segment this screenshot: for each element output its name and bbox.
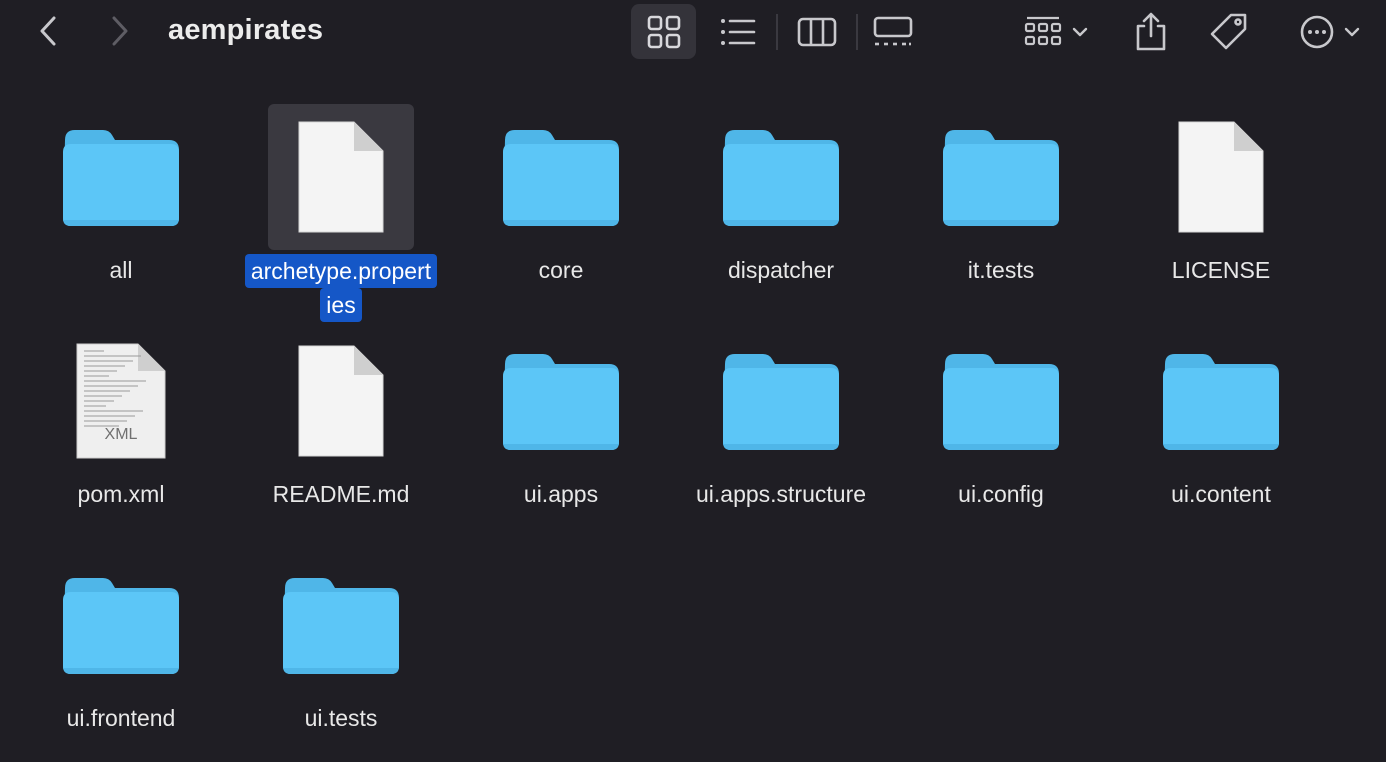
- item-label-text: ui.apps: [523, 481, 599, 507]
- item-label-text: LICENSE: [1171, 257, 1271, 283]
- folder-icon: [943, 130, 1059, 226]
- item-icon-container: [928, 328, 1074, 474]
- item-icon-container: [48, 552, 194, 698]
- forward-button[interactable]: [102, 12, 138, 50]
- item-label-text: ui.config: [958, 481, 1044, 507]
- column-view-button[interactable]: [786, 4, 848, 59]
- file-item-ui-apps-structure[interactable]: ui.apps.structure: [671, 328, 891, 538]
- item-icon-container: [1148, 104, 1294, 250]
- ellipsis-circle-icon: [1300, 15, 1334, 48]
- item-label-text: ui.apps.structure: [695, 481, 867, 507]
- item-icon-container: [1148, 328, 1294, 474]
- item-label-text: it.tests: [967, 257, 1035, 283]
- item-label: ui.config: [891, 478, 1111, 510]
- item-label: ui.apps.structure: [671, 478, 891, 510]
- item-icon-container: [928, 104, 1074, 250]
- chevron-down-icon: [1072, 27, 1088, 36]
- toolbar: aempirates: [0, 0, 1386, 64]
- file-item-ui-tests[interactable]: ui.tests: [231, 552, 451, 762]
- group-by-button[interactable]: [1014, 4, 1098, 59]
- item-label-text: all: [109, 257, 133, 283]
- file-item-archetype-properties[interactable]: archetype.propert ies: [231, 104, 451, 322]
- item-label-text: pom.xml: [77, 481, 165, 507]
- back-button[interactable]: [30, 12, 66, 50]
- item-label: ui.frontend: [11, 702, 231, 734]
- file-item-it-tests[interactable]: it.tests: [891, 104, 1111, 314]
- folder-icon: [1163, 354, 1279, 450]
- more-actions-button[interactable]: [1290, 4, 1370, 59]
- item-label-text: ui.tests: [304, 705, 378, 731]
- chevron-down-icon: [1344, 27, 1360, 36]
- document-icon: [298, 345, 384, 457]
- item-icon-container: [268, 552, 414, 698]
- file-item-ui-frontend[interactable]: ui.frontend: [11, 552, 231, 762]
- item-label: LICENSE: [1111, 254, 1331, 286]
- item-icon-container: [48, 104, 194, 250]
- item-label: ui.apps: [451, 478, 671, 510]
- list-view-button[interactable]: [708, 4, 768, 59]
- group-by-icon: [1024, 16, 1062, 45]
- item-label: pom.xml: [11, 478, 231, 510]
- item-label: all: [11, 254, 231, 286]
- file-item-core[interactable]: core: [451, 104, 671, 314]
- tag-icon: [1210, 13, 1247, 49]
- item-label: ui.content: [1111, 478, 1331, 510]
- item-icon-container: [268, 104, 414, 250]
- file-item-pom-xml[interactable]: XML pom.xml: [11, 328, 231, 538]
- icon-view-icon: [647, 15, 680, 48]
- window-title: aempirates: [168, 14, 324, 46]
- folder-icon: [943, 354, 1059, 450]
- item-icon-container: [708, 104, 854, 250]
- share-button[interactable]: [1126, 4, 1176, 59]
- item-icon-container: [488, 104, 634, 250]
- item-label-text: README.md: [272, 481, 410, 507]
- item-label: README.md: [231, 478, 451, 510]
- item-icon-container: [268, 328, 414, 474]
- item-icon-container: [708, 328, 854, 474]
- file-item-ui-apps[interactable]: ui.apps: [451, 328, 671, 538]
- folder-icon: [63, 130, 179, 226]
- toolbar-divider: [776, 14, 778, 50]
- file-item-all[interactable]: all: [11, 104, 231, 314]
- column-view-icon: [797, 17, 837, 46]
- folder-icon: [723, 130, 839, 226]
- file-item-ui-content[interactable]: ui.content: [1111, 328, 1331, 538]
- item-label-line: archetype.propert: [244, 254, 438, 288]
- folder-icon: [723, 354, 839, 450]
- list-view-icon: [721, 18, 756, 45]
- chevron-right-icon: [112, 16, 128, 46]
- folder-icon: [503, 354, 619, 450]
- chevron-left-icon: [40, 16, 56, 46]
- item-label: it.tests: [891, 254, 1111, 286]
- folder-icon: [503, 130, 619, 226]
- xml-badge: XML: [104, 426, 138, 443]
- item-label-line: ies: [320, 288, 362, 322]
- file-item-dispatcher[interactable]: dispatcher: [671, 104, 891, 314]
- tag-button[interactable]: [1202, 4, 1256, 59]
- item-icon-container: XML: [48, 328, 194, 474]
- toolbar-divider: [856, 14, 858, 50]
- file-item-ui-config[interactable]: ui.config: [891, 328, 1111, 538]
- document-icon: [298, 121, 384, 233]
- gallery-view-button[interactable]: [862, 4, 924, 59]
- document-icon: [1178, 121, 1264, 233]
- file-item-readme-md[interactable]: README.md: [231, 328, 451, 538]
- item-label-text: ui.frontend: [66, 705, 176, 731]
- item-label-text: ui.content: [1171, 481, 1271, 507]
- item-label: archetype.propert ies: [231, 254, 451, 322]
- item-label-text: core: [538, 257, 584, 283]
- item-label: core: [451, 254, 671, 286]
- item-label: ui.tests: [231, 702, 451, 734]
- folder-icon: [283, 578, 399, 674]
- item-icon-container: [488, 328, 634, 474]
- item-label-text: dispatcher: [727, 257, 835, 283]
- file-item-license[interactable]: LICENSE: [1111, 104, 1331, 314]
- share-icon: [1136, 12, 1166, 50]
- item-label: dispatcher: [671, 254, 891, 286]
- folder-icon: [63, 578, 179, 674]
- icon-view-button[interactable]: [631, 4, 696, 59]
- gallery-view-icon: [873, 16, 913, 45]
